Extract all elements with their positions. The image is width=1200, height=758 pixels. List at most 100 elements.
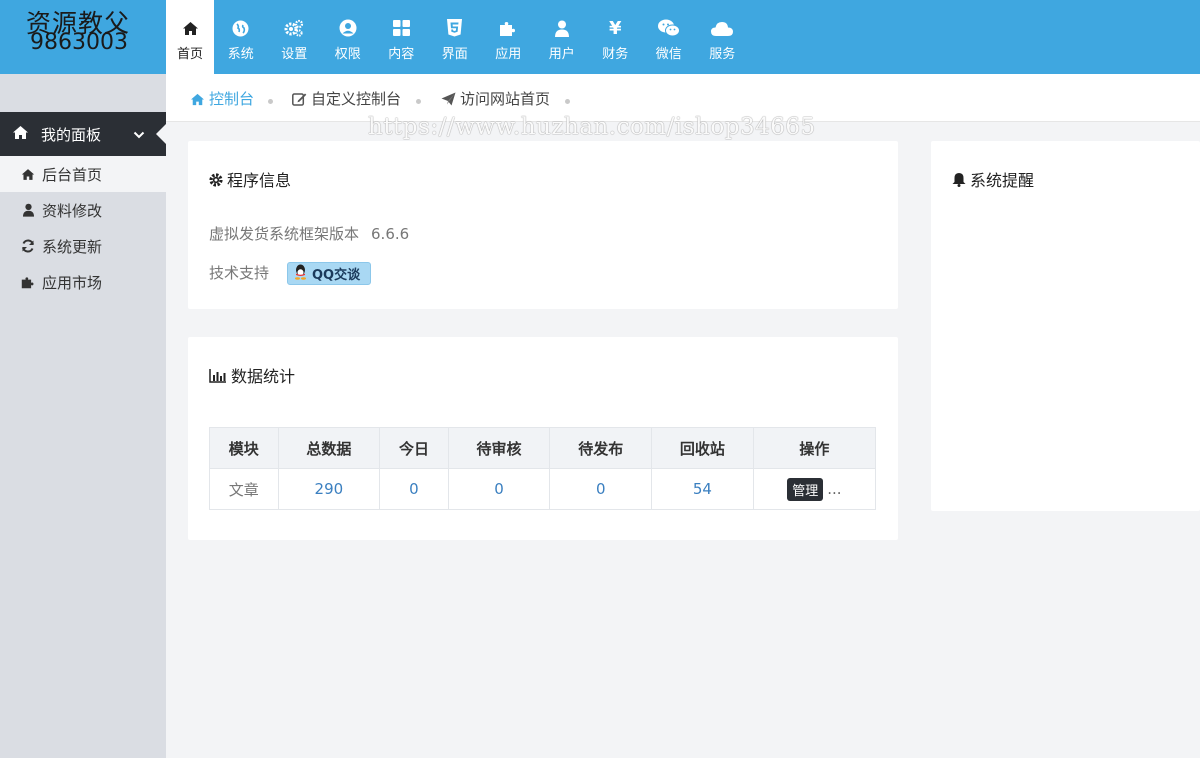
cogs-icon	[284, 18, 304, 38]
card-title: 系统提醒	[952, 167, 1034, 191]
globe-icon	[232, 18, 249, 38]
nav-label: 应用	[495, 47, 522, 62]
card-title: 程序信息	[209, 167, 291, 191]
nav-label: 内容	[388, 47, 415, 62]
qq-penguin-icon	[293, 264, 308, 284]
stats-card: 数据统计 模块 总数据 今日 待审核 待发布 回收站 操作 文章 290 0 0…	[188, 337, 898, 540]
table-row: 文章 290 0 0 0 54 管理...	[209, 468, 877, 510]
sidebar-item-dashboard[interactable]: 后台首页	[0, 156, 166, 192]
breadcrumb-separator	[565, 99, 570, 104]
user-icon	[23, 203, 34, 221]
send-icon	[441, 92, 456, 110]
sidebar-item-market[interactable]: 应用市场	[0, 264, 166, 300]
nav-wechat[interactable]: 微信	[642, 0, 696, 74]
total-count[interactable]: 290	[277, 468, 381, 510]
logo-number: 9863003	[30, 30, 128, 55]
nav-finance[interactable]: ¥ 财务	[589, 0, 643, 74]
nav-permissions[interactable]: 权限	[321, 0, 375, 74]
sidebar: 我的面板 后台首页 资料修改 系统更新 应用市场	[0, 74, 166, 758]
puzzle-icon	[21, 275, 35, 293]
breadcrumb-custom-console[interactable]: 自定义控制台	[292, 88, 401, 110]
card-title: 数据统计	[209, 363, 295, 387]
pending-review-count[interactable]: 0	[447, 468, 551, 510]
column-header: 待审核	[447, 427, 551, 469]
nav-label: 权限	[334, 47, 361, 62]
sidebar-panel-header[interactable]: 我的面板	[0, 112, 166, 156]
program-info-title: 程序信息	[227, 171, 292, 190]
home-icon	[12, 125, 29, 144]
stats-table: 模块 总数据 今日 待审核 待发布 回收站 操作 文章 290 0 0 0 54…	[209, 427, 877, 510]
nav-settings[interactable]: 设置	[268, 0, 322, 74]
nav-label: 微信	[655, 47, 682, 62]
breadcrumb-separator	[268, 99, 273, 104]
column-header: 操作	[752, 427, 877, 469]
cloud-icon	[711, 18, 734, 38]
column-header: 今日	[379, 427, 449, 469]
home-icon	[182, 18, 199, 38]
gear-icon	[209, 172, 223, 191]
yen-icon: ¥	[608, 17, 622, 39]
sidebar-item-label: 资料修改	[42, 202, 103, 220]
bar-chart-icon	[209, 368, 227, 387]
html5-icon	[447, 18, 463, 38]
system-reminder-card: 系统提醒	[931, 141, 1200, 511]
breadcrumb-label: 自定义控制台	[311, 90, 402, 108]
qq-button-label: QQ交谈	[312, 268, 361, 283]
wechat-icon	[657, 18, 680, 38]
column-header: 回收站	[651, 427, 754, 469]
nav-users[interactable]: 用户	[535, 0, 589, 74]
nav-label: 用户	[548, 47, 575, 62]
user-icon	[554, 18, 569, 38]
table-header-row: 模块 总数据 今日 待审核 待发布 回收站 操作	[209, 427, 877, 469]
nav-label: 服务	[709, 47, 736, 62]
sidebar-item-label: 系统更新	[42, 238, 103, 256]
nav-home[interactable]: 首页	[166, 0, 214, 74]
column-header: 总数据	[277, 427, 381, 469]
nav-label: 设置	[281, 47, 308, 62]
today-count[interactable]: 0	[379, 468, 449, 510]
sidebar-item-profile[interactable]: 资料修改	[0, 192, 166, 228]
nav-apps[interactable]: 应用	[482, 0, 536, 74]
support-label: 技术支持	[209, 264, 270, 282]
bell-icon	[952, 172, 966, 191]
reminder-title: 系统提醒	[970, 171, 1035, 190]
sidebar-header-label: 我的面板	[41, 126, 102, 144]
pending-publish-count[interactable]: 0	[549, 468, 653, 510]
module-name: 文章	[209, 468, 279, 510]
top-bar: 资源教父 9863003 首页 系统 设置 权限 内容 界面 应用 用户 ¥ 财…	[0, 0, 1200, 74]
nav-content[interactable]: 内容	[375, 0, 429, 74]
watermark-text: https://www.huzhan.com/ishop34665	[368, 114, 816, 140]
logo: 资源教父 9863003	[0, 0, 166, 74]
home-icon	[21, 167, 35, 185]
nav-label: 财务	[602, 47, 629, 62]
version-line: 虚拟发货系统框架版本 6.6.6	[209, 223, 409, 244]
nav-label: 系统	[227, 47, 254, 62]
sidebar-item-label: 后台首页	[42, 166, 103, 184]
nav-label: 界面	[441, 47, 468, 62]
edit-icon	[292, 92, 307, 110]
recycle-count[interactable]: 54	[651, 468, 754, 510]
qq-chat-button[interactable]: QQ交谈	[287, 262, 371, 285]
nav-system[interactable]: 系统	[214, 0, 268, 74]
nav-services[interactable]: 服务	[696, 0, 750, 74]
active-notch	[156, 124, 166, 144]
action-cell: 管理...	[752, 468, 877, 510]
nav-interface[interactable]: 界面	[428, 0, 482, 74]
main-nav: 首页 系统 设置 权限 内容 界面 应用 用户 ¥ 财务 微信 服务	[166, 0, 749, 74]
breadcrumb-label: 访问网站首页	[460, 90, 551, 108]
more-actions[interactable]: ...	[827, 480, 841, 498]
column-header: 待发布	[549, 427, 653, 469]
breadcrumb-visit-site[interactable]: 访问网站首页	[441, 88, 550, 110]
version-value: 6.6.6	[371, 225, 410, 243]
sidebar-item-update[interactable]: 系统更新	[0, 228, 166, 264]
breadcrumb-label: 控制台	[209, 90, 255, 108]
program-info-card: 程序信息 虚拟发货系统框架版本 6.6.6 技术支持 QQ交谈	[188, 141, 898, 309]
home-icon	[190, 92, 205, 110]
stats-title: 数据统计	[231, 367, 296, 386]
puzzle-icon	[499, 18, 517, 38]
chevron-down-icon	[133, 126, 145, 145]
breadcrumb-console[interactable]: 控制台	[190, 88, 254, 110]
sidebar-item-label: 应用市场	[42, 274, 103, 292]
manage-button[interactable]: 管理	[787, 477, 824, 501]
refresh-icon	[21, 239, 35, 257]
